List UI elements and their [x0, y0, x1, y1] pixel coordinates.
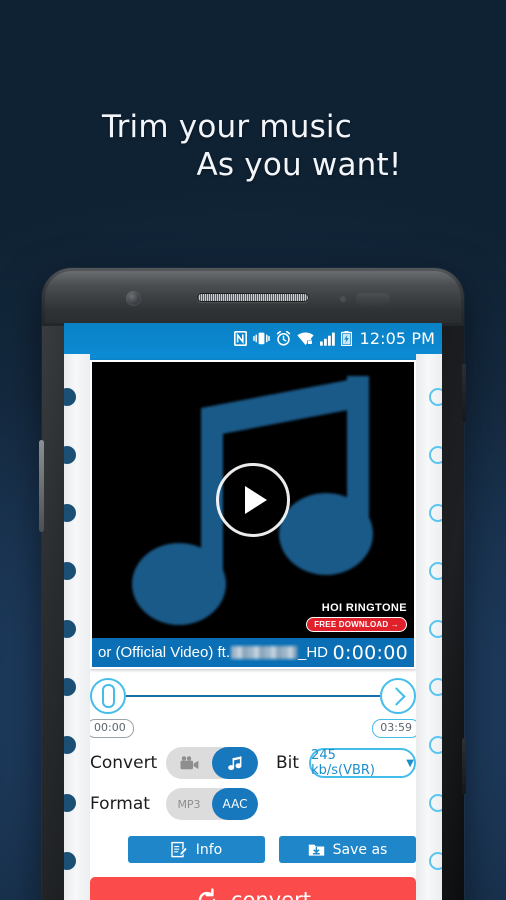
video-title-suffix: _HD	[298, 644, 329, 661]
info-label: Info	[195, 841, 223, 858]
convert-button[interactable]: convert	[90, 877, 416, 900]
format-toggle[interactable]: MP3 AAC	[166, 788, 258, 820]
video-thumbnail[interactable]: HOI RINGTONE FREE DOWNLOAD →	[92, 362, 414, 638]
battery-charging-icon	[340, 331, 352, 347]
play-button[interactable]	[216, 463, 290, 537]
front-camera-icon	[126, 291, 141, 306]
trim-start-label: 00:00	[86, 719, 134, 738]
promo-headline-line1: Trim your music	[101, 109, 352, 145]
vibrate-icon	[252, 331, 270, 346]
save-as-label: Save as	[332, 841, 388, 858]
controls-panel: 00:00 03:59 Convert Bit 245 kb/s(VBR) ▼ …	[86, 674, 420, 900]
promo-headline-line2: As you want!	[196, 147, 402, 183]
watermark-cta[interactable]: FREE DOWNLOAD →	[306, 617, 407, 632]
phone-screen: 12:05 PM HOI RINGTONE FREE DOWNLOAD → or…	[64, 323, 442, 900]
phone-volume-button[interactable]	[462, 364, 466, 422]
film-strip-right	[416, 354, 442, 900]
video-title-prefix: or (Official Video) ft.	[98, 644, 230, 661]
video-current-time: 0:00:00	[332, 641, 408, 664]
phone-power-button[interactable]	[462, 738, 466, 794]
trim-start-handle[interactable]	[90, 678, 126, 714]
android-status-bar: 12:05 PM	[64, 323, 442, 354]
refresh-icon	[198, 888, 216, 900]
document-edit-icon	[171, 841, 188, 858]
trim-slider[interactable]: 00:00 03:59	[86, 674, 420, 738]
convert-option-video[interactable]	[166, 747, 212, 779]
convert-type-toggle[interactable]	[166, 747, 258, 779]
trim-end-handle[interactable]	[380, 678, 416, 714]
format-option-aac[interactable]: AAC	[212, 788, 258, 820]
app-content: HOI RINGTONE FREE DOWNLOAD → or (Officia…	[64, 354, 442, 900]
play-icon	[245, 486, 267, 514]
phone-mockup: 12:05 PM HOI RINGTONE FREE DOWNLOAD → or…	[39, 268, 466, 900]
convert-label: Convert	[90, 753, 158, 773]
format-label: Format	[90, 794, 150, 814]
sensor-strip-icon	[356, 293, 390, 305]
chevron-down-icon: ▼	[406, 757, 414, 769]
video-preview-card: HOI RINGTONE FREE DOWNLOAD → or (Officia…	[90, 360, 416, 669]
bitrate-label: Bit	[276, 753, 300, 773]
convert-row: Convert Bit 245 kb/s(VBR) ▼	[90, 747, 416, 779]
trim-end-label: 03:59	[372, 719, 420, 738]
nfc-icon	[233, 331, 247, 346]
promo-screenshot: Trim your music As you want! 12:05 PM HO…	[0, 0, 506, 900]
phone-top-bezel	[42, 268, 464, 326]
watermark-title: HOI RINGTONE	[321, 602, 407, 614]
film-strip-left	[64, 354, 90, 900]
promo-headline: Trim your music As you want!	[0, 108, 506, 184]
trim-start-icon	[101, 684, 115, 708]
download-icon	[308, 844, 324, 856]
earpiece-grille-icon	[197, 293, 309, 302]
convert-button-label: convert	[231, 888, 311, 900]
video-title-bar: or (Official Video) ft. _HD 0:00:00	[92, 638, 414, 667]
action-button-row: Info Save as	[90, 836, 416, 863]
watermark: HOI RINGTONE FREE DOWNLOAD →	[306, 602, 407, 632]
convert-option-audio[interactable]	[212, 747, 258, 779]
video-title: or (Official Video) ft. _HD	[98, 644, 328, 661]
info-button[interactable]: Info	[128, 836, 265, 863]
video-title-redacted	[231, 646, 297, 659]
format-row: Format MP3 AAC	[90, 788, 416, 820]
trim-track[interactable]	[126, 695, 380, 697]
signal-icon	[319, 332, 335, 346]
phone-side-button-left[interactable]	[39, 440, 44, 532]
alarm-icon	[276, 330, 291, 346]
bitrate-dropdown[interactable]: 245 kb/s(VBR) ▼	[309, 748, 416, 778]
save-as-button[interactable]: Save as	[279, 836, 416, 863]
proximity-sensor-icon	[340, 296, 346, 302]
wifi-secure-icon	[296, 332, 314, 346]
music-note-icon	[227, 755, 241, 770]
bitrate-value: 245 kb/s(VBR)	[311, 748, 375, 778]
chevron-right-icon	[386, 686, 406, 706]
format-option-mp3[interactable]: MP3	[166, 788, 212, 820]
video-camera-icon	[180, 756, 198, 770]
status-icons: 12:05 PM	[233, 329, 435, 348]
status-clock: 12:05 PM	[359, 329, 435, 348]
